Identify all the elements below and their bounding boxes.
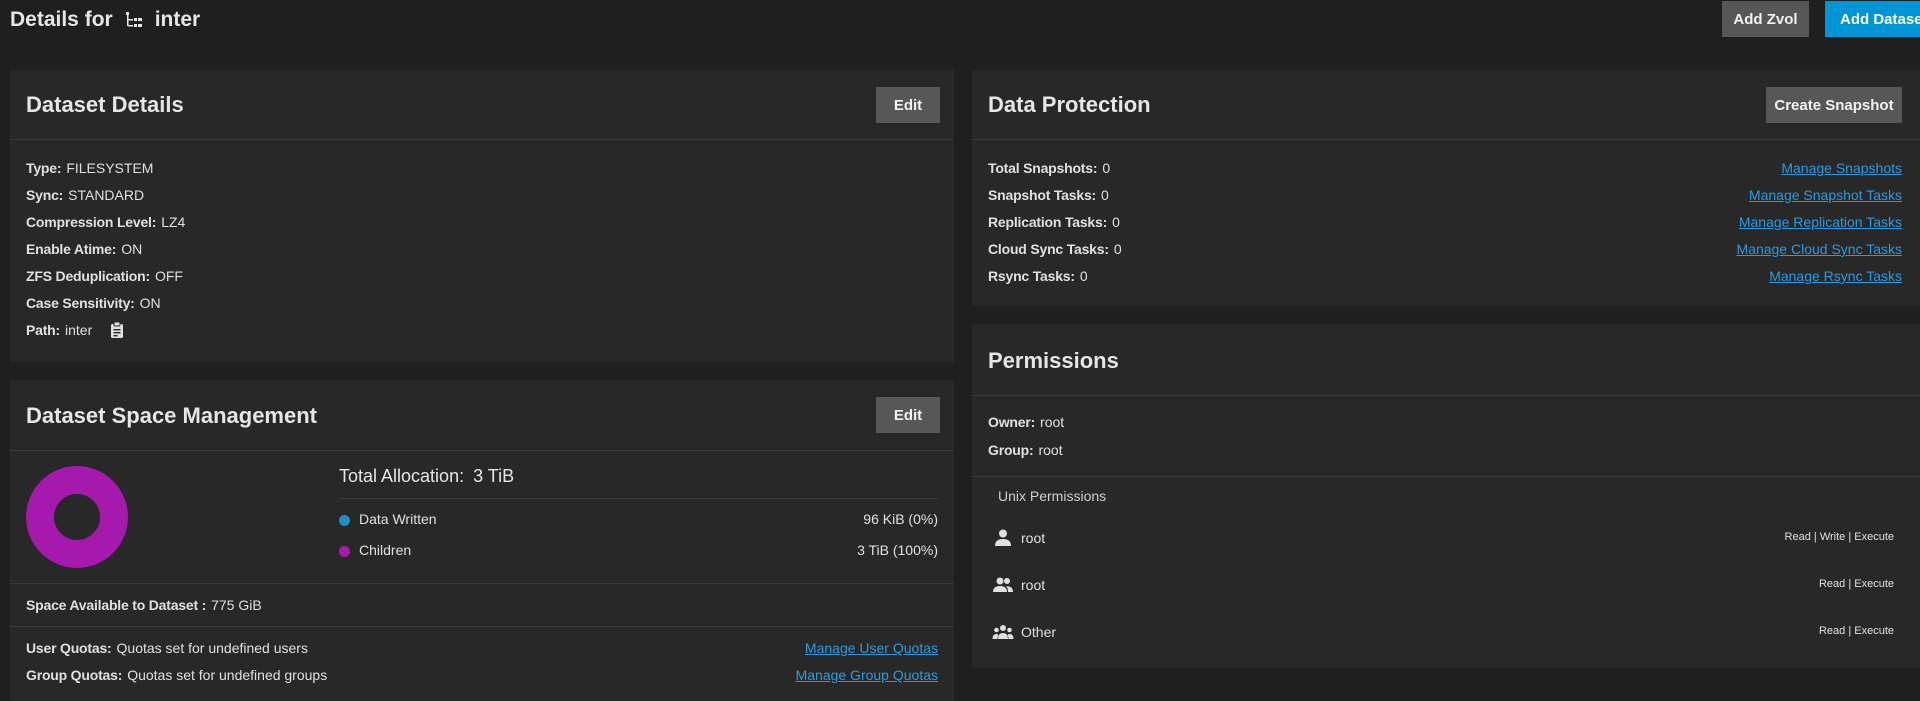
data-protection-card: Data Protection Create Snapshot Total Sn…: [972, 70, 1920, 306]
manage-replication-tasks-link[interactable]: Manage Replication Tasks: [1739, 214, 1902, 230]
data-written-dot: [339, 515, 350, 526]
divider: [339, 498, 938, 499]
path-field: Path: inter: [26, 321, 124, 341]
divider: [10, 583, 954, 584]
divider: [10, 626, 954, 627]
sync-field: Sync: STANDARD: [26, 187, 145, 203]
space-management-edit-button[interactable]: Edit: [876, 397, 940, 433]
group-quotas-field: Group Quotas: Quotas set for undefined gr…: [26, 667, 328, 683]
divider: [10, 139, 954, 140]
group-icon: [992, 575, 1014, 595]
replication-tasks-field: Replication Tasks: 0: [988, 214, 1120, 230]
permission-row-user: root Read | Write | Execute: [992, 527, 1894, 551]
permissions-title: Permissions: [988, 348, 1119, 373]
space-donut-chart: [26, 466, 128, 568]
data-protection-title: Data Protection: [988, 92, 1151, 117]
page-title-prefix: Details for: [10, 8, 113, 31]
user-quotas-field: User Quotas: Quotas set for undefined use…: [26, 640, 308, 656]
donut-children-segment: [26, 466, 128, 568]
dataset-name: inter: [154, 8, 201, 31]
page-title: Details for inter: [10, 8, 200, 32]
create-snapshot-button[interactable]: Create Snapshot: [1766, 87, 1902, 123]
manage-cloud-sync-tasks-link[interactable]: Manage Cloud Sync Tasks: [1737, 241, 1903, 257]
divider: [972, 476, 1920, 477]
space-management-title: Dataset Space Management: [26, 403, 317, 428]
permission-row-other: Other Read | Execute: [992, 621, 1894, 645]
case-sensitivity-field: Case Sensitivity: ON: [26, 295, 161, 311]
person-icon: [992, 528, 1014, 548]
cloud-sync-tasks-field: Cloud Sync Tasks: 0: [988, 241, 1122, 257]
manage-group-quotas-link[interactable]: Manage Group Quotas: [796, 667, 938, 683]
manage-user-quotas-link[interactable]: Manage User Quotas: [805, 640, 938, 656]
compression-field: Compression Level: LZ4: [26, 214, 186, 230]
dataset-details-card: Dataset Details Edit Type: FILESYSTEM Syn…: [10, 70, 954, 362]
space-management-card: Dataset Space Management Edit Total Allo…: [10, 380, 954, 701]
group-field: Group: root: [988, 442, 1063, 458]
owner-field: Owner: root: [988, 414, 1065, 430]
total-snapshots-field: Total Snapshots: 0: [988, 160, 1111, 176]
manage-snapshot-tasks-link[interactable]: Manage Snapshot Tasks: [1749, 187, 1902, 203]
dataset-details-title: Dataset Details: [26, 92, 184, 117]
permissions-card: Permissions Owner: root Group: root Unix P…: [972, 324, 1920, 668]
dataset-details-edit-button[interactable]: Edit: [876, 87, 940, 123]
people-icon: [992, 622, 1014, 642]
legend-children: Children 3 TiB (100%): [339, 542, 938, 562]
manage-rsync-tasks-link[interactable]: Manage Rsync Tasks: [1769, 268, 1902, 284]
add-zvol-button[interactable]: Add Zvol: [1722, 1, 1809, 37]
space-available-field: Space Available to Dataset :775 GiB: [26, 597, 262, 613]
total-allocation: Total Allocation: 3 TiB: [339, 466, 515, 486]
unix-permissions-heading: Unix Permissions: [998, 488, 1107, 504]
atime-field: Enable Atime: ON: [26, 241, 143, 257]
divider: [10, 450, 954, 451]
divider: [972, 139, 1920, 140]
snapshot-tasks-field: Snapshot Tasks: 0: [988, 187, 1109, 203]
page-header: Details for inter Add Zvol Add Dataset: [0, 0, 1920, 60]
children-dot: [339, 546, 350, 557]
manage-snapshots-link[interactable]: Manage Snapshots: [1781, 160, 1902, 176]
divider: [972, 395, 1920, 396]
legend-data-written: Data Written 96 KiB (0%): [339, 511, 938, 531]
type-field: Type: FILESYSTEM: [26, 160, 154, 176]
add-dataset-button[interactable]: Add Dataset: [1825, 1, 1920, 37]
dedup-field: ZFS Deduplication: OFF: [26, 268, 183, 284]
copy-clipboard-icon[interactable]: [110, 321, 124, 341]
permission-row-group: root Read | Execute: [992, 574, 1894, 598]
rsync-tasks-field: Rsync Tasks: 0: [988, 268, 1088, 284]
dataset-tree-icon: [123, 9, 145, 31]
